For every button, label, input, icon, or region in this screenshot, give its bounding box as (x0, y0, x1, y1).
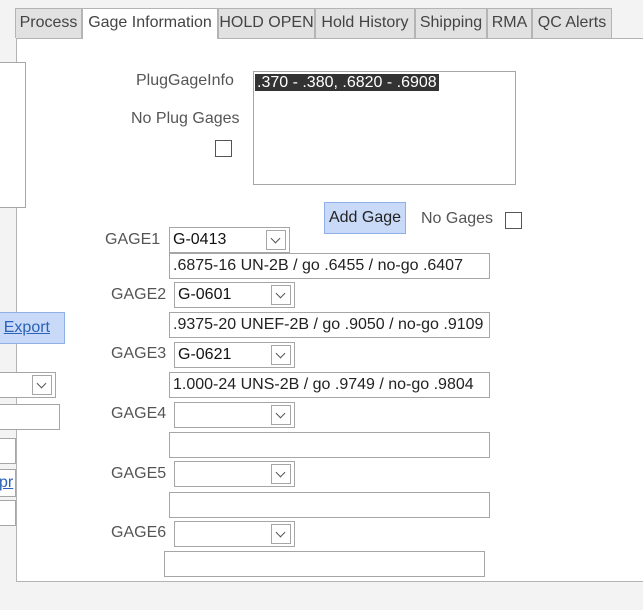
gage5-description[interactable] (169, 492, 490, 518)
gage5-label: GAGE5 (111, 465, 167, 482)
chevron-down-icon[interactable] (271, 405, 291, 425)
tab-label: Process (19, 14, 78, 31)
gage1-label: GAGE1 (105, 231, 161, 248)
tab-label: HOLD OPEN (219, 14, 314, 31)
tab-hold-open[interactable]: HOLD OPEN (218, 8, 315, 38)
no-gages-label: No Gages (421, 210, 494, 227)
add-gage-label: Add Gage (328, 209, 402, 226)
export-label: Export (3, 319, 50, 336)
chevron-down-icon[interactable] (271, 345, 291, 365)
left-partial-field-3[interactable] (0, 500, 16, 526)
tab-label: RMA (491, 14, 528, 31)
tab-qc-alerts[interactable]: QC Alerts (532, 8, 612, 38)
chevron-down-icon[interactable] (266, 230, 286, 250)
tab-label: Hold History (321, 14, 409, 31)
export-button[interactable]: Export (0, 312, 65, 344)
chevron-down-icon[interactable] (271, 524, 291, 544)
gage3-select[interactable]: G-0621 (174, 342, 295, 368)
gage6-label: GAGE6 (111, 524, 167, 541)
tab-label: QC Alerts (537, 14, 607, 31)
gage3-label: GAGE3 (111, 345, 167, 362)
gage2-selected: G-0601 (178, 286, 232, 303)
chevron-down-icon[interactable] (271, 464, 291, 484)
tab-label: Gage Information (88, 14, 212, 31)
plug-gage-info-value: .370 - .380, .6820 - .6908 (255, 74, 439, 91)
gage1-select[interactable]: G-0413 (169, 227, 290, 253)
left-partial-link[interactable]: pr (0, 474, 13, 491)
chevron-down-icon[interactable] (271, 285, 291, 305)
tab-rma[interactable]: RMA (487, 8, 532, 38)
left-partial-field-2[interactable] (0, 438, 16, 464)
gage4-select[interactable] (174, 402, 295, 428)
left-partial-box (0, 62, 26, 208)
gage1-selected: G-0413 (173, 231, 227, 248)
tab-process[interactable]: Process (15, 8, 82, 38)
no-gages-checkbox[interactable] (505, 212, 522, 229)
gage6-select[interactable] (174, 521, 295, 547)
tab-gage-information[interactable]: Gage Information (82, 8, 218, 39)
no-plug-gages-label: No Plug Gages (131, 110, 240, 127)
add-gage-button[interactable]: Add Gage (324, 202, 406, 234)
tab-label: Shipping (419, 14, 483, 31)
tab-hold-history[interactable]: Hold History (315, 8, 415, 38)
gage5-select[interactable] (174, 461, 295, 487)
gage4-label: GAGE4 (111, 405, 167, 422)
gage6-description[interactable] (164, 551, 485, 577)
gage1-description[interactable]: .6875-16 UN-2B / go .6455 / no-go .6407 (169, 253, 490, 279)
left-partial-combo[interactable] (0, 372, 56, 398)
left-partial-link-box[interactable]: pr (0, 469, 16, 497)
gage4-description[interactable] (169, 432, 490, 458)
no-plug-gages-checkbox[interactable] (215, 140, 232, 157)
gage3-selected: G-0621 (178, 346, 232, 363)
plug-gage-info-textbox[interactable]: .370 - .380, .6820 - .6908 (253, 71, 516, 185)
gage2-description[interactable]: .9375-20 UNEF-2B / go .9050 / no-go .910… (169, 312, 490, 338)
left-partial-field[interactable] (0, 404, 60, 430)
gage2-select[interactable]: G-0601 (174, 282, 295, 308)
gage3-description[interactable]: 1.000-24 UNS-2B / go .9749 / no-go .9804 (169, 372, 490, 398)
plug-gage-info-label: PlugGageInfo (136, 72, 234, 89)
gage2-label: GAGE2 (111, 286, 167, 303)
tab-shipping[interactable]: Shipping (415, 8, 487, 38)
chevron-down-icon[interactable] (32, 375, 52, 395)
